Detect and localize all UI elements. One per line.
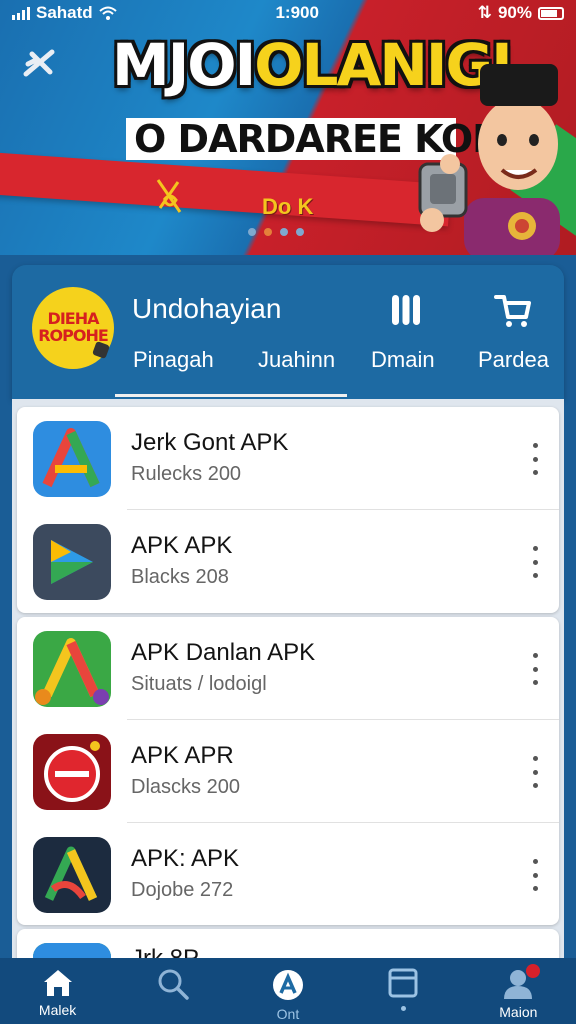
headline-part-white: MJOI [112,31,256,99]
wifi-icon [99,6,117,20]
app-row[interactable]: APK: APK Dojobe 272 [17,823,559,926]
app-list[interactable]: Jerk Gont APK Rulecks 200 APK APK Blacks… [12,399,564,959]
app-subtitle: Dlascks 200 [131,776,240,798]
app-title: APK APR [131,742,234,769]
nav-indicator-dot [400,1006,406,1011]
app-title: Jrk 8P [131,945,200,959]
dark-a-logo-icon [33,837,111,913]
app-list-group: Jrk 8P [17,929,559,959]
carrier-name: Sahatd [36,3,93,22]
mascot-illustration [418,64,560,255]
more-options-icon[interactable] [525,546,545,578]
status-bar: Sahatd 1:900 ⇅ 90% [0,0,576,26]
cart-icon[interactable] [492,293,532,329]
app-subtitle: Rulecks 200 [131,463,242,485]
store-header-card: DIEHA ROPOHE Undohayian Pinagah Juahinn … [12,265,564,399]
more-options-icon[interactable] [525,653,545,685]
banner-subheadline: O DARDAREE KOMA [126,118,538,160]
blue-play-logo-icon [33,524,111,600]
red-circle-logo-icon [33,734,111,810]
app-title: APK Danlan APK [131,639,316,666]
signal-icon [12,6,30,20]
app-title: Jerk Gont APK [131,429,289,456]
app-title: APK APK [131,532,233,559]
nav-search[interactable] [123,958,223,1024]
chart-bars-icon[interactable] [390,293,422,327]
nav-home[interactable]: Malek [8,958,108,1024]
app-list-group: APK Danlan APK Situats / lodoigl APK APR… [17,617,559,925]
carousel-dot[interactable] [248,228,256,236]
more-options-icon[interactable] [525,443,545,475]
network-type-icon: ⇅ [477,3,492,22]
banner-red-stripe [0,151,451,227]
app-subtitle: Dojobe 272 [131,879,234,901]
more-options-icon[interactable] [525,756,545,788]
app-row[interactable]: APK APK Blacks 208 [17,510,559,613]
gift-doodle-icon [156,179,182,213]
tab-juahinn[interactable]: Juahinn [258,347,335,373]
banner-tag: Do K [262,194,314,219]
colorful-a-logo-icon [33,421,111,497]
green-a-flower-logo-icon [33,631,111,707]
store-name: Undohayian [132,293,282,324]
nav-center-label: Ont [276,1006,300,1022]
carousel-dots[interactable] [248,228,304,236]
app-row[interactable]: Jerk Gont APK Rulecks 200 [17,407,559,510]
promo-banner[interactable]: Sahatd 1:900 ⇅ 90% MJOIOLANIGI O DARDARE… [0,0,576,255]
store-logo[interactable]: DIEHA ROPOHE [32,287,114,369]
search-icon [158,969,189,1000]
nav-profile[interactable]: Maion [468,958,568,1024]
notification-badge [526,964,541,978]
app-list-group: Jerk Gont APK Rulecks 200 APK APK Blacks… [17,407,559,613]
carousel-dot[interactable] [280,228,288,236]
app-row-partial[interactable]: Jrk 8P [17,929,559,959]
clock: 1:900 [275,3,319,22]
bottom-navigation: Malek Ont Maion [0,958,576,1024]
app-subtitle: Situats / lodoigl [131,673,267,695]
tab-pardea[interactable]: Pardea [478,347,549,373]
logo-line2: ROPOHE [38,326,109,345]
nav-profile-label: Maion [499,1004,538,1020]
nav-center[interactable]: Ont [238,958,338,1024]
more-options-icon[interactable] [525,859,545,891]
carousel-dot[interactable] [296,228,304,236]
app-subtitle: Blacks 208 [131,566,229,588]
nav-home-label: Malek [38,1002,77,1018]
app-row[interactable]: APK Danlan APK Situats / lodoigl [17,617,559,720]
home-icon [43,970,72,996]
battery-icon [537,6,564,20]
app-title: APK: APK [131,845,240,872]
tab-dmain[interactable]: Dmain [371,347,435,373]
carousel-dot-active[interactable] [264,228,272,236]
airplane-icon [23,49,55,77]
tab-pinagah[interactable]: Pinagah [133,347,214,373]
window-icon [388,968,418,998]
partial-app-icon [33,943,111,959]
battery-percent: 90% [497,3,532,22]
nav-window[interactable] [353,958,453,1024]
app-row[interactable]: APK APR Dlascks 200 [17,720,559,823]
center-logo-icon [272,970,303,1000]
active-tab-indicator [115,394,347,397]
